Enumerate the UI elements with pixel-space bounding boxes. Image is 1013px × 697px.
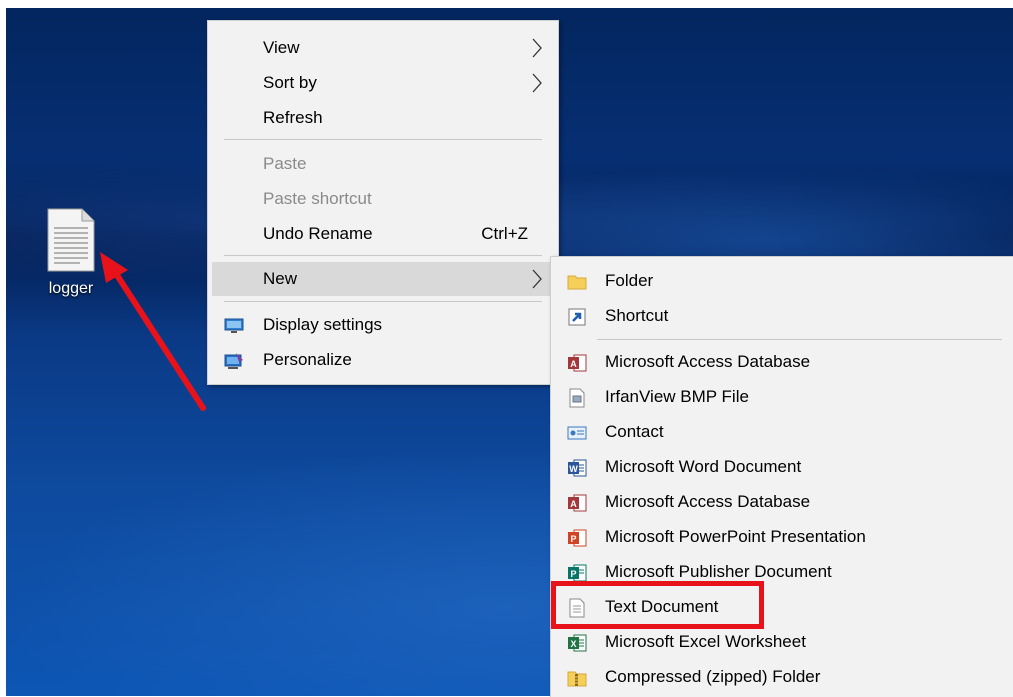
menu-item-sort-by[interactable]: Sort by bbox=[208, 66, 558, 100]
new-item-folder[interactable]: Folder bbox=[551, 264, 1013, 298]
new-item-irfanview-bmp[interactable]: IrfanView BMP File bbox=[551, 380, 1013, 414]
new-item-powerpoint[interactable]: P Microsoft PowerPoint Presentation bbox=[551, 520, 1013, 554]
word-icon: W bbox=[568, 459, 587, 477]
menu-item-refresh[interactable]: Refresh bbox=[208, 101, 558, 135]
svg-text:W: W bbox=[569, 464, 578, 474]
menu-item-new[interactable]: New bbox=[212, 262, 554, 296]
svg-text:X: X bbox=[570, 639, 576, 649]
svg-text:P: P bbox=[570, 569, 576, 579]
new-submenu: Folder Shortcut A Microsoft Access Datab… bbox=[550, 256, 1013, 697]
new-item-word-document[interactable]: W Microsoft Word Document bbox=[551, 450, 1013, 484]
menu-separator bbox=[224, 255, 542, 256]
svg-text:A: A bbox=[570, 359, 577, 369]
chevron-right-icon bbox=[532, 73, 542, 93]
new-item-contact[interactable]: Contact bbox=[551, 415, 1013, 449]
powerpoint-icon: P bbox=[568, 529, 587, 547]
publisher-icon: P bbox=[568, 564, 587, 582]
folder-icon bbox=[567, 275, 587, 290]
new-item-access-database[interactable]: A Microsoft Access Database bbox=[551, 345, 1013, 379]
shortcut-icon bbox=[568, 308, 586, 326]
menu-item-undo-rename[interactable]: Undo Rename Ctrl+Z bbox=[208, 217, 558, 251]
menu-separator bbox=[224, 301, 542, 302]
display-settings-icon bbox=[224, 318, 244, 333]
chevron-right-icon bbox=[532, 38, 542, 58]
bmp-file-icon bbox=[569, 388, 585, 408]
menu-separator bbox=[597, 339, 1002, 340]
new-item-shortcut[interactable]: Shortcut bbox=[551, 299, 1013, 333]
menu-item-display-settings[interactable]: Display settings bbox=[208, 308, 558, 342]
access-icon: A bbox=[568, 354, 587, 372]
shortcut-text: Ctrl+Z bbox=[481, 224, 528, 243]
excel-icon: X bbox=[568, 634, 587, 652]
menu-item-view[interactable]: View bbox=[208, 31, 558, 65]
svg-text:A: A bbox=[570, 499, 577, 509]
chevron-right-icon bbox=[532, 269, 542, 289]
personalize-icon bbox=[224, 353, 243, 369]
annotation-highlight-box bbox=[551, 581, 764, 629]
menu-item-personalize[interactable]: Personalize bbox=[208, 343, 558, 377]
access-icon: A bbox=[568, 494, 587, 512]
new-item-excel-worksheet[interactable]: X Microsoft Excel Worksheet bbox=[551, 625, 1013, 659]
svg-text:P: P bbox=[570, 534, 576, 544]
contact-icon bbox=[567, 426, 587, 440]
menu-item-paste-shortcut[interactable]: Paste shortcut bbox=[208, 182, 558, 216]
new-item-access-database-2[interactable]: A Microsoft Access Database bbox=[551, 485, 1013, 519]
new-item-compressed-folder[interactable]: Compressed (zipped) Folder bbox=[551, 660, 1013, 694]
menu-item-paste[interactable]: Paste bbox=[208, 147, 558, 181]
menu-separator bbox=[224, 139, 542, 140]
desktop-context-menu: View Sort by Refresh Paste Paste shortcu… bbox=[207, 20, 559, 385]
zip-folder-icon bbox=[567, 671, 587, 687]
